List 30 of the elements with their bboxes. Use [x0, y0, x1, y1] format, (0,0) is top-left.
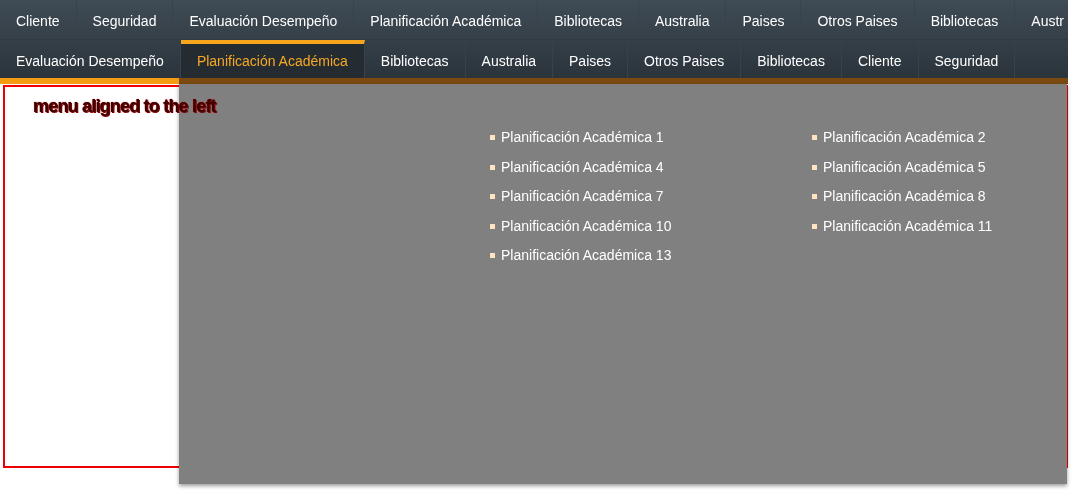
submenu-link[interactable]: Planificación Académica 11: [812, 216, 993, 236]
menu-tab[interactable]: Planificación Académica: [180, 40, 365, 78]
submenu-link[interactable]: Planificación Académica 13: [490, 246, 672, 266]
submenu-link[interactable]: Planificación Académica 10: [490, 216, 672, 236]
submenu-link[interactable]: Planificación Académica 5: [812, 157, 986, 177]
menu-tab[interactable]: Bibliotecas: [538, 0, 639, 39]
bullet-icon: [812, 194, 817, 200]
menu-tab[interactable]: Evaluación Desempeño: [173, 0, 355, 39]
bullet-icon: [812, 135, 817, 141]
menu-tab[interactable]: Planificación Académica: [354, 0, 539, 39]
bullet-icon: [490, 135, 495, 141]
bullet-icon: [812, 164, 817, 170]
submenu-link[interactable]: Planificación Académica 2: [812, 128, 986, 148]
submenu-link[interactable]: Planificación Académica 4: [490, 157, 664, 177]
menu-tab[interactable]: Bibliotecas: [914, 0, 1016, 39]
bullet-icon: [490, 223, 495, 229]
bullet-icon: [490, 164, 495, 170]
bullet-icon: [490, 253, 495, 259]
menu-tab[interactable]: Cliente: [0, 0, 77, 39]
submenu-link[interactable]: Planificación Académica 8: [812, 187, 986, 207]
menu-tab[interactable]: Australia: [639, 0, 727, 39]
submenu-link[interactable]: Planificación Académica 1: [490, 128, 664, 148]
bullet-icon: [490, 194, 495, 200]
menu-tab[interactable]: Paises: [726, 0, 802, 39]
submenu-link[interactable]: Planificación Académica 7: [490, 187, 664, 207]
menu-tab[interactable]: Seguridad: [76, 0, 174, 39]
menu-tab[interactable]: Austr: [1015, 0, 1068, 39]
bullet-icon: [812, 223, 817, 229]
heading: menu aligned to the left: [33, 96, 216, 118]
menu-tab[interactable]: Otros Paises: [801, 0, 915, 39]
